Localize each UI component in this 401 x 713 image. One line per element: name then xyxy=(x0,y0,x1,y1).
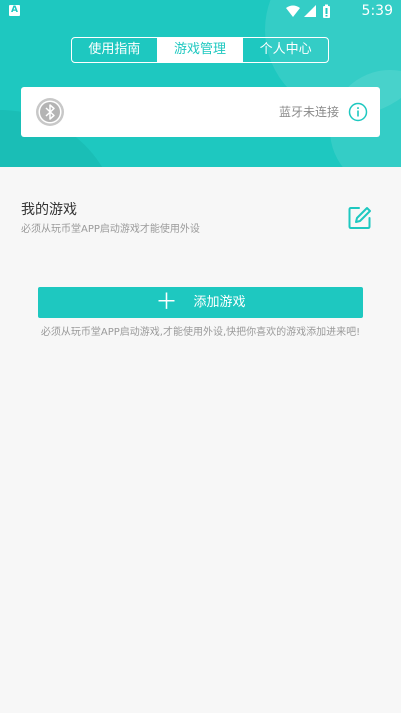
add-game-button[interactable]: ＋ 添加游戏 xyxy=(38,287,363,318)
notification-badge: A xyxy=(9,5,20,16)
status-icons xyxy=(286,4,330,18)
tab-personal-center[interactable]: 个人中心 xyxy=(243,38,328,62)
add-game-hint: 必须从玩币堂APP启动游戏,才能使用外设,快把你喜欢的游戏添加进来吧! xyxy=(40,327,361,338)
bluetooth-card[interactable]: 蓝牙未连接 xyxy=(21,87,380,137)
header-banner: A 5:39 使用指南 游戏管理 个人中心 蓝牙未连接 xyxy=(0,0,401,167)
my-games-title: 我的游戏 xyxy=(21,202,77,218)
bluetooth-icon xyxy=(36,98,64,126)
tab-bar: 使用指南 游戏管理 个人中心 xyxy=(71,37,329,63)
wifi-icon xyxy=(286,5,300,17)
status-time: 5:39 xyxy=(361,3,393,19)
status-bar: A 5:39 xyxy=(0,0,401,24)
bluetooth-status-text: 蓝牙未连接 xyxy=(278,105,339,119)
info-icon[interactable] xyxy=(348,102,368,122)
battery-icon xyxy=(323,4,330,18)
add-game-label: 添加游戏 xyxy=(193,294,246,310)
signal-icon xyxy=(304,5,316,17)
tab-game-management[interactable]: 游戏管理 xyxy=(157,38,244,62)
tab-guide[interactable]: 使用指南 xyxy=(72,38,158,62)
plus-icon: ＋ xyxy=(155,289,178,315)
edit-icon[interactable] xyxy=(347,205,373,231)
my-games-subtitle: 必须从玩币堂APP启动游戏才能使用外设 xyxy=(21,224,200,235)
